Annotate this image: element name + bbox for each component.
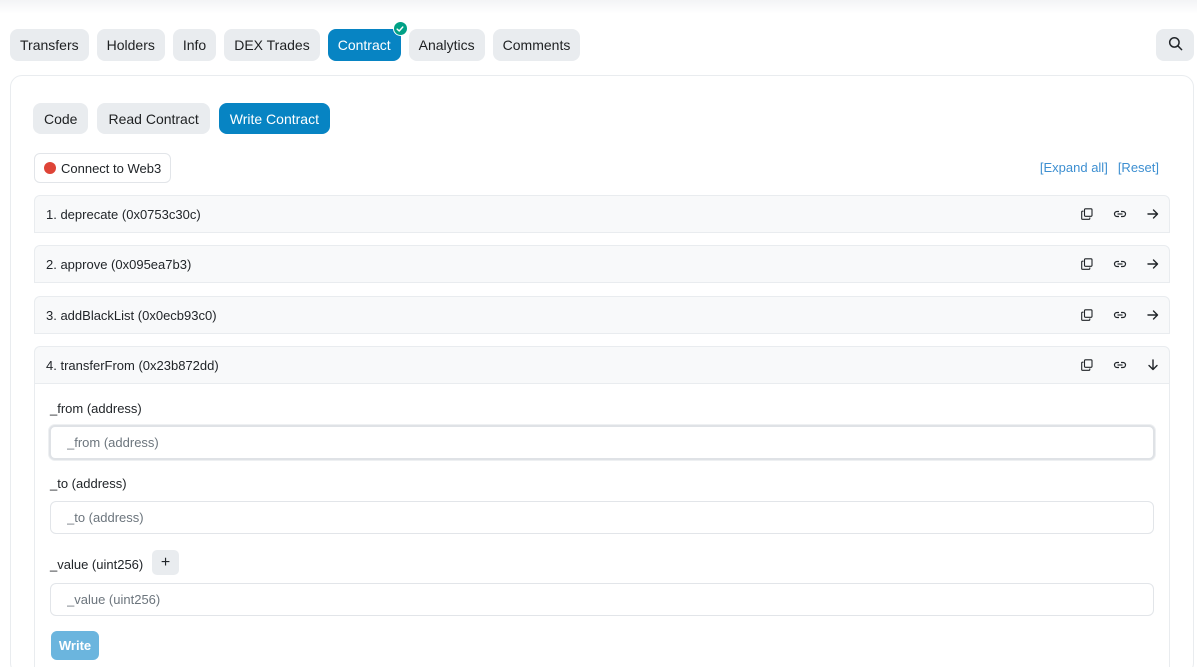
function-row[interactable]: 2. approve (0x095ea7b3)	[34, 245, 1170, 283]
link-icon[interactable]	[1103, 252, 1136, 276]
reset-link[interactable]: [Reset]	[1118, 160, 1159, 175]
to-address-input[interactable]	[50, 501, 1154, 534]
from-field-label: _from (address)	[50, 401, 142, 416]
search-button[interactable]	[1156, 29, 1194, 61]
subtab-code[interactable]: Code	[33, 103, 89, 134]
copy-icon[interactable]	[1070, 353, 1103, 377]
function-label: 4. transferFrom (0x23b872dd)	[46, 357, 219, 373]
function-label: 1. deprecate (0x0753c30c)	[46, 206, 201, 222]
function-label: 2. approve (0x095ea7b3)	[46, 256, 192, 272]
write-button[interactable]: Write	[51, 631, 99, 660]
link-icon[interactable]	[1103, 353, 1136, 377]
expand-all-link[interactable]: [Expand all]	[1040, 160, 1108, 175]
function-row-expanded[interactable]: 4. transferFrom (0x23b872dd)	[34, 346, 1170, 384]
function-label: 3. addBlackList (0x0ecb93c0)	[46, 307, 217, 323]
value-uint256-input[interactable]	[50, 583, 1154, 616]
tab-transfers[interactable]: Transfers	[10, 29, 89, 61]
arrow-right-icon[interactable]	[1136, 303, 1169, 327]
function-row[interactable]: 1. deprecate (0x0753c30c)	[34, 195, 1170, 233]
link-icon[interactable]	[1103, 303, 1136, 327]
connect-web3-button[interactable]: Connect to Web3	[34, 153, 172, 183]
tab-holders[interactable]: Holders	[96, 29, 165, 61]
from-address-input[interactable]	[49, 425, 1155, 460]
tab-contract[interactable]: Contract	[327, 21, 408, 61]
tab-comments[interactable]: Comments	[492, 29, 581, 61]
tab-contract-label: Contract	[337, 37, 391, 53]
accordion-controls: [Expand all] [Reset]	[1040, 160, 1159, 175]
to-field-label: _to (address)	[50, 476, 127, 491]
tab-analytics[interactable]: Analytics	[408, 29, 485, 61]
copy-icon[interactable]	[1070, 202, 1103, 226]
value-field-label: _value (uint256)	[50, 557, 144, 572]
subtab-write-contract[interactable]: Write Contract	[218, 103, 330, 134]
disconnected-status-icon	[44, 162, 56, 174]
copy-icon[interactable]	[1070, 252, 1103, 276]
tab-info[interactable]: Info	[172, 29, 217, 61]
function-row[interactable]: 3. addBlackList (0x0ecb93c0)	[34, 296, 1170, 334]
header-shadow	[0, 0, 1197, 14]
search-icon	[1168, 36, 1183, 54]
contract-subtabs: Code Read Contract Write Contract	[33, 103, 330, 134]
arrow-right-icon[interactable]	[1136, 252, 1169, 276]
subtab-read-contract[interactable]: Read Contract	[97, 103, 210, 134]
arrow-right-icon[interactable]	[1136, 202, 1169, 226]
verified-check-icon	[392, 21, 408, 36]
connect-web3-label: Connect to Web3	[61, 160, 162, 176]
add-decimals-button[interactable]: +	[152, 550, 179, 575]
arrow-down-icon[interactable]	[1136, 353, 1169, 377]
copy-icon[interactable]	[1070, 303, 1103, 327]
token-tabs: Transfers Holders Info DEX Trades Contra…	[10, 21, 581, 62]
link-icon[interactable]	[1103, 202, 1136, 226]
tab-dex-trades[interactable]: DEX Trades	[224, 29, 320, 61]
